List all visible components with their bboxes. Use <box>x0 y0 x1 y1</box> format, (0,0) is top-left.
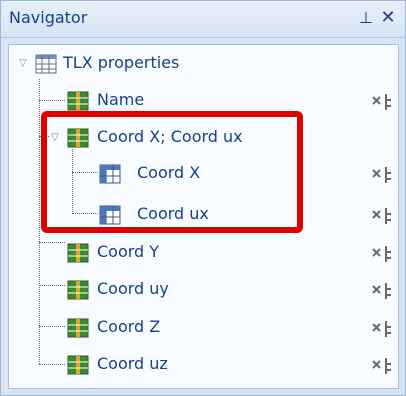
tree-subitem-label: Coord ux <box>137 204 209 223</box>
collapse-icon[interactable]: ▽ <box>51 133 61 143</box>
table-green-icon <box>67 355 89 375</box>
tree-subitem-coord-x[interactable]: Coord X <box>9 159 398 189</box>
tree-root[interactable]: ▽ TLX properties <box>9 49 398 79</box>
panel-titlebar: Navigator ⊥ ✕ <box>1 1 405 38</box>
remove-icon[interactable] <box>371 357 393 375</box>
remove-icon[interactable] <box>371 282 393 300</box>
remove-icon[interactable] <box>371 93 393 111</box>
panel-title: Navigator <box>9 8 88 27</box>
tree-item-coord-uy[interactable]: Coord uy <box>9 275 398 305</box>
tree-item-label: Coord X; Coord ux <box>97 127 243 146</box>
tree-item-coord-uz[interactable]: Coord uz <box>9 350 398 380</box>
remove-icon[interactable] <box>371 166 393 184</box>
tree-item-label: Name <box>97 90 145 109</box>
tree-item-name[interactable]: Name <box>9 86 398 116</box>
table-green-icon <box>67 128 89 148</box>
table-blue-icon <box>99 164 121 184</box>
table-green-icon <box>67 91 89 111</box>
remove-icon[interactable] <box>371 320 393 338</box>
tree-item-coord-z[interactable]: Coord Z <box>9 313 398 343</box>
table-green-icon <box>67 280 89 300</box>
navigator-tree: ▽ TLX properties Name ▽ Coord X; Coord u… <box>8 44 399 389</box>
table-icon <box>35 54 57 74</box>
remove-icon[interactable] <box>371 207 393 225</box>
table-green-icon <box>67 243 89 263</box>
close-icon[interactable]: ✕ <box>379 7 397 29</box>
tree-subitem-coord-ux[interactable]: Coord ux <box>9 200 398 230</box>
tree-item-label: Coord Z <box>97 317 161 336</box>
table-blue-icon <box>99 205 121 225</box>
tree-item-label: Coord uz <box>97 354 168 373</box>
remove-icon[interactable] <box>371 245 393 263</box>
pin-icon[interactable]: ⊥ <box>357 7 375 29</box>
tree-item-label: Coord Y <box>97 242 160 261</box>
tree-subitem-label: Coord X <box>137 163 201 182</box>
navigator-panel: Navigator ⊥ ✕ ▽ TLX properties Name ▽ Co… <box>0 0 406 396</box>
collapse-icon[interactable]: ▽ <box>19 59 29 69</box>
table-green-icon <box>67 318 89 338</box>
tree-item-coord-y[interactable]: Coord Y <box>9 238 398 268</box>
tree-item-group[interactable]: ▽ Coord X; Coord ux <box>9 123 398 153</box>
tree-item-label: Coord uy <box>97 279 169 298</box>
tree-root-label: TLX properties <box>63 53 180 72</box>
